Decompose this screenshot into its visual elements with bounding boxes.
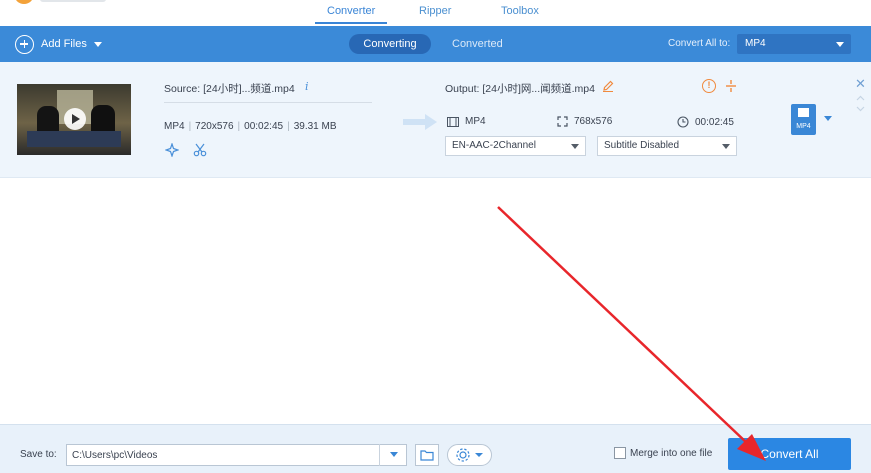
settings-button[interactable] — [447, 444, 492, 466]
source-resolution: 720x576 — [195, 121, 234, 132]
top-nav: Converter Ripper Toolbox — [0, 0, 871, 26]
convert-all-button[interactable]: Convert All — [728, 438, 851, 470]
save-path-input[interactable] — [66, 444, 407, 466]
file-item: Source: [24小时]...频道.mp4 i MP4 | 720x576 | … — [0, 62, 871, 178]
cut-icon[interactable] — [193, 143, 207, 157]
film-icon — [447, 116, 459, 127]
output-duration-info: 00:02:45 — [677, 116, 734, 128]
thumbnail-desk — [27, 131, 121, 147]
source-meta: MP4 | 720x576 | 00:02:45 | 39.31 MB — [164, 121, 337, 132]
plus-circle-icon — [15, 34, 34, 54]
bottom-bar: Save to: Merge into one file Convert All — [0, 424, 871, 473]
save-path-dropdown[interactable] — [379, 444, 407, 466]
audio-track-value: EN-AAC-2Channel — [452, 140, 536, 151]
tab-converted[interactable]: Converted — [452, 34, 503, 54]
gear-icon — [456, 448, 483, 462]
convert-all-to-label: Convert All to: — [668, 38, 731, 49]
output-format-badge[interactable]: MP4 — [791, 104, 816, 135]
chevron-down-icon — [722, 144, 730, 149]
merge-checkbox[interactable] — [614, 447, 626, 459]
clock-icon — [677, 116, 689, 128]
source-size: 39.31 MB — [293, 121, 337, 132]
source-duration: 00:02:45 — [244, 121, 284, 132]
warning-icon[interactable]: ! — [702, 79, 716, 93]
enhance-icon[interactable] — [165, 143, 179, 157]
source-filename: Source: [24小时]...频道.mp4 — [164, 83, 295, 95]
merge-label: Merge into one file — [630, 448, 713, 459]
tab-ripper[interactable]: Ripper — [419, 5, 451, 17]
source-format: MP4 — [164, 121, 185, 132]
divider — [164, 102, 372, 103]
convert-all-format-value: MP4 — [745, 38, 766, 49]
tab-converter[interactable]: Converter — [314, 5, 388, 24]
badge-format-label: MP4 — [796, 123, 811, 130]
subtitle-value: Subtitle Disabled — [604, 140, 680, 151]
app-title-bar — [40, 0, 106, 2]
chevron-down-icon[interactable] — [93, 41, 102, 47]
tab-converting[interactable]: Converting — [349, 34, 431, 54]
chevron-down-icon[interactable] — [856, 104, 865, 113]
chevron-down-icon — [836, 42, 844, 47]
output-duration: 00:02:45 — [695, 116, 734, 128]
output-resolution-info: 768x576 — [557, 116, 612, 127]
chevron-down-icon — [390, 452, 398, 457]
play-icon[interactable] — [64, 108, 86, 130]
output-filename: Output: [24小时]网...闻频道.mp4 — [445, 83, 595, 95]
output-format: MP4 — [465, 116, 486, 127]
add-files-button[interactable]: Add Files — [15, 34, 102, 54]
open-folder-button[interactable] — [415, 444, 439, 466]
video-thumbnail[interactable] — [17, 84, 131, 155]
chevron-up-icon[interactable] — [856, 94, 865, 103]
save-to-label: Save to: — [20, 449, 57, 460]
chevron-down-icon — [571, 144, 579, 149]
app-logo — [14, 0, 34, 4]
split-icon[interactable] — [725, 79, 737, 93]
audio-track-select[interactable]: EN-AAC-2Channel — [445, 136, 586, 156]
thumbnail-anchor-left — [37, 106, 59, 134]
film-icon — [798, 108, 809, 117]
edit-icon[interactable] — [602, 80, 614, 92]
resize-icon — [557, 116, 568, 127]
add-files-label: Add Files — [41, 38, 87, 50]
tab-toolbox[interactable]: Toolbox — [501, 5, 539, 17]
output-resolution: 768x576 — [574, 116, 613, 127]
output-format-info: MP4 — [447, 116, 486, 127]
subtitle-select[interactable]: Subtitle Disabled — [597, 136, 737, 156]
chevron-down-icon[interactable] — [824, 116, 832, 121]
info-icon[interactable]: i — [305, 80, 309, 93]
convert-all-format-select[interactable]: MP4 — [737, 34, 851, 54]
thumbnail-anchor-right — [91, 105, 115, 134]
arrow-right-icon — [403, 114, 437, 130]
folder-icon — [420, 450, 434, 461]
close-icon[interactable]: ✕ — [855, 76, 866, 92]
toolbar: Add Files Converting Converted Convert A… — [0, 26, 871, 62]
